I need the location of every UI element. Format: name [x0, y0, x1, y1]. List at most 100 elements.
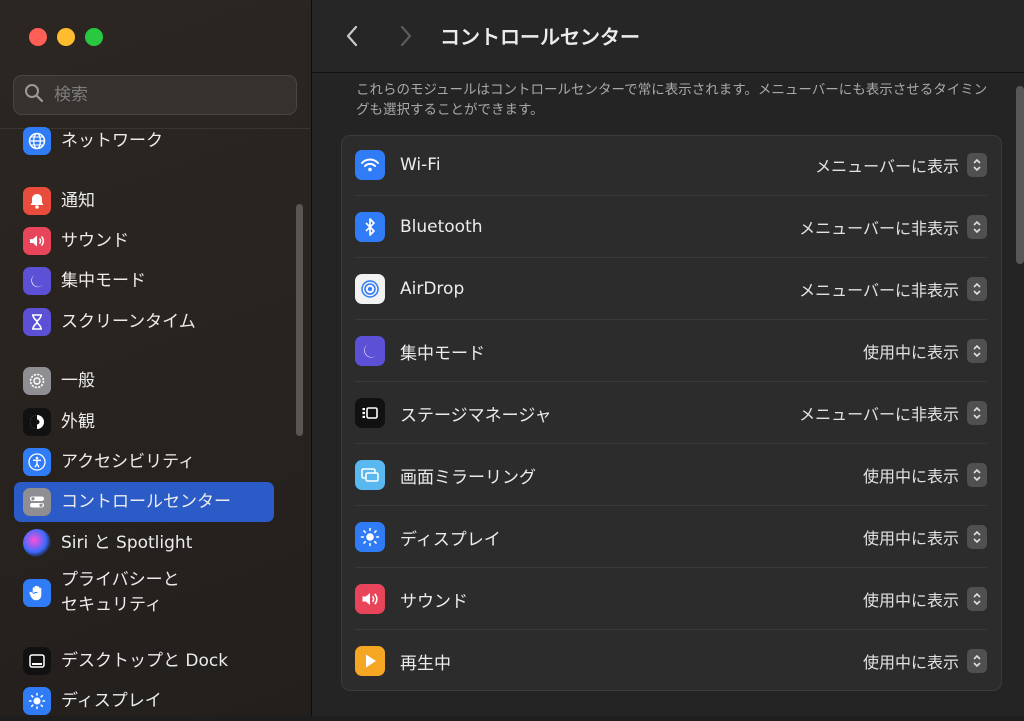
zoom-window-button[interactable]	[85, 28, 103, 46]
updown-chevron-icon	[973, 344, 981, 358]
sidebar-item-label: サウンド	[61, 231, 129, 251]
module-label: Wi-Fi	[400, 155, 441, 175]
updown-chevron-icon	[973, 220, 981, 234]
module-label: ステージマネージャ	[400, 405, 552, 426]
accessibility-icon	[23, 448, 51, 476]
speaker-icon	[355, 584, 385, 614]
back-button[interactable]	[340, 22, 364, 50]
popup-stepper[interactable]	[967, 649, 987, 673]
sidebar-item-desktop-dock[interactable]: デスクトップと Dock	[14, 641, 274, 681]
minimize-window-button[interactable]	[57, 28, 75, 46]
popup-stepper[interactable]	[967, 525, 987, 549]
search-field[interactable]	[13, 75, 297, 115]
toolbar: コントロールセンター	[312, 0, 1024, 73]
module-visibility-value[interactable]: 使用中に表示	[863, 463, 959, 487]
module-row-display: ディスプレイ 使用中に表示	[355, 506, 987, 568]
moon-icon	[355, 336, 385, 366]
hourglass-icon	[23, 308, 51, 336]
sidebar-item-network[interactable]: ネットワーク	[14, 121, 274, 161]
sidebar-item-screen-time[interactable]: スクリーンタイム	[14, 302, 274, 342]
module-visibility-value[interactable]: 使用中に表示	[863, 649, 959, 673]
updown-chevron-icon	[973, 282, 981, 296]
sidebar-item-label: ネットワーク	[61, 131, 163, 151]
sidebar-item-appearance[interactable]: 外観	[14, 402, 274, 442]
popup-stepper[interactable]	[967, 339, 987, 363]
airdrop-icon	[355, 274, 385, 304]
popup-stepper[interactable]	[967, 587, 987, 611]
sidebar-item-displays[interactable]: ディスプレイ	[14, 681, 274, 721]
search-icon	[24, 83, 44, 107]
module-row-wifi: Wi-Fi メニューバーに表示	[355, 134, 987, 196]
sidebar-item-control-center[interactable]: コントロールセンター	[14, 482, 274, 522]
sidebar-item-label: 通知	[61, 191, 95, 211]
module-row-airdrop: AirDrop メニューバーに非表示	[355, 258, 987, 320]
toggles-icon	[23, 488, 51, 516]
module-visibility-value[interactable]: メニューバーに非表示	[799, 277, 959, 301]
play-icon	[355, 646, 385, 676]
module-row-focus: 集中モード 使用中に表示	[355, 320, 987, 382]
module-row-bluetooth: Bluetooth メニューバーに非表示	[355, 196, 987, 258]
bell-icon	[23, 187, 51, 215]
popup-stepper[interactable]	[967, 215, 987, 239]
sidebar-item-label: スクリーンタイム	[61, 312, 196, 332]
appearance-icon	[23, 408, 51, 436]
close-window-button[interactable]	[29, 28, 47, 46]
sidebar-item-label: 一般	[61, 371, 95, 391]
sidebar-item-label: デスクトップと Dock	[61, 651, 229, 671]
popup-stepper[interactable]	[967, 277, 987, 301]
module-row-sound: サウンド 使用中に表示	[355, 568, 987, 630]
forward-button[interactable]	[394, 22, 418, 50]
content-scrollbar[interactable]	[1016, 86, 1024, 264]
bluetooth-icon	[355, 212, 385, 242]
sidebar-item-siri-spotlight[interactable]: Siri と Spotlight	[14, 523, 274, 563]
sidebar-item-general[interactable]: 一般	[14, 361, 274, 401]
window-controls	[29, 28, 103, 46]
sidebar-item-notifications[interactable]: 通知	[14, 181, 274, 221]
updown-chevron-icon	[973, 592, 981, 606]
module-visibility-value[interactable]: メニューバーに非表示	[799, 401, 959, 425]
sun-icon	[355, 522, 385, 552]
page-title: コントロールセンター	[440, 25, 640, 49]
updown-chevron-icon	[973, 654, 981, 668]
sidebar-item-label: Siri と Spotlight	[61, 533, 193, 553]
updown-chevron-icon	[973, 158, 981, 172]
popup-stepper[interactable]	[967, 401, 987, 425]
sidebar-item-privacy-security[interactable]: プライバシーと セキュリティ	[14, 568, 274, 618]
module-label: Bluetooth	[400, 217, 483, 237]
module-visibility-value[interactable]: メニューバーに非表示	[799, 215, 959, 239]
sidebar-item-label: ディスプレイ	[61, 691, 162, 711]
sidebar-item-label: プライバシーと セキュリティ	[61, 570, 180, 615]
updown-chevron-icon	[973, 530, 981, 544]
chevron-right-icon	[400, 25, 412, 47]
module-label: 画面ミラーリング	[400, 467, 536, 488]
popup-stepper[interactable]	[967, 463, 987, 487]
sidebar-item-label: コントロールセンター	[61, 492, 231, 512]
wifi-icon	[355, 150, 385, 180]
module-label: ディスプレイ	[400, 529, 501, 550]
page-description: これらのモジュールはコントロールセンターで常に表示されます。メニューバーにも表示…	[356, 82, 988, 118]
main-content: コントロールセンター これらのモジュールはコントロールセンターで常に表示されます…	[312, 0, 1024, 716]
module-visibility-value[interactable]: 使用中に表示	[863, 525, 959, 549]
module-label: サウンド	[400, 591, 468, 612]
siri-icon	[23, 529, 51, 557]
speaker-icon	[23, 227, 51, 255]
popup-stepper[interactable]	[967, 153, 987, 177]
sidebar-item-sound[interactable]: サウンド	[14, 221, 274, 261]
module-visibility-value[interactable]: メニューバーに表示	[815, 153, 959, 177]
module-visibility-value[interactable]: 使用中に表示	[863, 339, 959, 363]
updown-chevron-icon	[973, 406, 981, 420]
globe-icon	[23, 127, 51, 155]
module-label: 再生中	[400, 653, 451, 674]
search-input[interactable]	[52, 84, 276, 106]
module-row-screen-mirroring: 画面ミラーリング 使用中に表示	[355, 444, 987, 506]
sidebar: ネットワーク 通知 サウンド 集中モード スクリーンタイム	[0, 0, 312, 716]
screen-mirroring-icon	[355, 460, 385, 490]
modules-panel: Wi-Fi メニューバーに表示 Bluetooth メニューバーに非表示 Air…	[341, 135, 1002, 691]
settings-window: ネットワーク 通知 サウンド 集中モード スクリーンタイム	[0, 0, 1024, 716]
sidebar-scrollbar[interactable]	[296, 204, 303, 436]
moon-icon	[23, 267, 51, 295]
sidebar-item-accessibility[interactable]: アクセシビリティ	[14, 442, 274, 482]
module-label: AirDrop	[400, 279, 465, 299]
sidebar-item-focus[interactable]: 集中モード	[14, 261, 274, 301]
module-visibility-value[interactable]: 使用中に表示	[863, 587, 959, 611]
